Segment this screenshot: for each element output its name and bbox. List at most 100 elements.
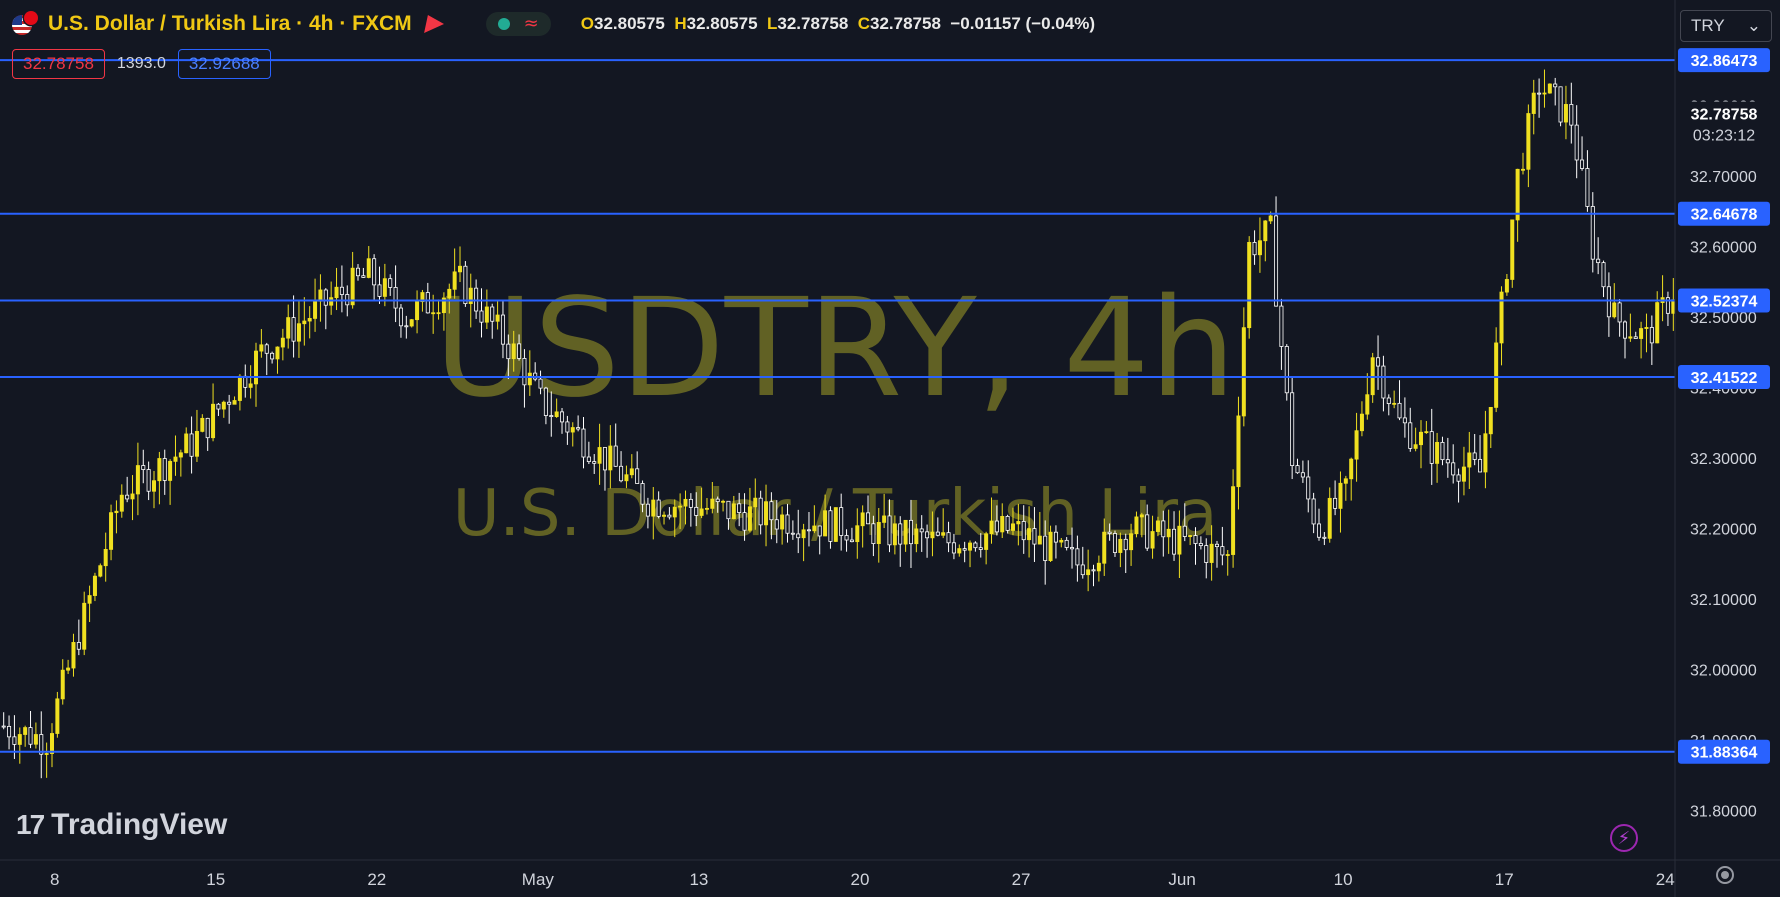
candle-body bbox=[211, 403, 216, 439]
tradingview-logo[interactable]: 17 TradingView bbox=[16, 808, 227, 842]
flag-icon[interactable] bbox=[423, 15, 446, 33]
candle-body bbox=[7, 726, 12, 738]
candle-body bbox=[957, 548, 962, 554]
candle-body bbox=[801, 529, 806, 539]
candle-body bbox=[1435, 441, 1440, 464]
candle-body bbox=[747, 506, 752, 531]
candle-body bbox=[1563, 104, 1568, 123]
candle-body bbox=[1365, 394, 1370, 415]
candle-body bbox=[844, 535, 849, 541]
candle-body bbox=[624, 474, 629, 482]
candle-body bbox=[200, 417, 205, 432]
candle-body bbox=[737, 503, 742, 513]
change-value: −0.01157 (−0.04%) bbox=[950, 14, 1095, 33]
candle-body bbox=[1655, 302, 1660, 344]
candle-body bbox=[1150, 531, 1155, 549]
candle-body bbox=[114, 510, 119, 514]
candle-body bbox=[989, 520, 994, 535]
candle-body bbox=[1542, 92, 1547, 95]
buy-price-button[interactable]: 32.92688 bbox=[177, 49, 271, 79]
sell-price-button[interactable]: 32.78758 bbox=[12, 49, 105, 79]
candle-body bbox=[146, 469, 151, 492]
market-status-pill[interactable]: ≈ bbox=[485, 12, 551, 36]
candle-body bbox=[876, 521, 881, 545]
candle-body bbox=[98, 565, 103, 577]
candle-body bbox=[1456, 474, 1461, 482]
candle-body bbox=[651, 499, 656, 517]
candle-body bbox=[270, 352, 275, 360]
countdown-text: 03:23:12 bbox=[1693, 127, 1755, 144]
settings-gear-icon[interactable] bbox=[1716, 866, 1734, 884]
candle-body bbox=[1198, 543, 1203, 547]
candle-body bbox=[1649, 327, 1654, 344]
candle-body bbox=[286, 317, 291, 339]
candle-body bbox=[968, 542, 973, 551]
candle-body bbox=[157, 458, 162, 482]
candle-body bbox=[1622, 321, 1627, 339]
candle-body bbox=[592, 461, 597, 464]
lightning-icon[interactable]: ⚡ bbox=[1610, 824, 1638, 852]
candle-body bbox=[264, 344, 269, 354]
candle-body bbox=[887, 515, 892, 546]
wave-icon: ≈ bbox=[523, 13, 539, 34]
candle-body bbox=[1574, 124, 1579, 161]
chevron-down-icon: ⌄ bbox=[1746, 16, 1761, 35]
candle-body bbox=[672, 506, 677, 518]
candle-body bbox=[1558, 86, 1563, 123]
candle-body bbox=[194, 430, 199, 457]
candle-body bbox=[1027, 528, 1032, 541]
candle-body bbox=[1070, 547, 1075, 550]
candle-body bbox=[189, 433, 194, 457]
candle-body bbox=[1107, 531, 1112, 534]
candle-body bbox=[173, 456, 178, 462]
time-tick-label: 8 bbox=[50, 870, 59, 889]
candle-body bbox=[178, 452, 183, 458]
symbol-title[interactable]: U.S. Dollar / Turkish Lira · 4h · FXCM bbox=[48, 12, 412, 36]
candle-body bbox=[785, 514, 790, 534]
candle-body bbox=[962, 548, 967, 551]
spread-value: 1393.0 bbox=[116, 55, 166, 72]
time-tick-label: May bbox=[522, 870, 555, 889]
price-tick-label: 32.20000 bbox=[1690, 522, 1757, 539]
candle-body bbox=[538, 378, 543, 389]
candle-body bbox=[366, 258, 371, 278]
candle-body bbox=[871, 523, 876, 545]
candle-body bbox=[892, 523, 897, 546]
candle-body bbox=[1263, 220, 1268, 242]
candle-body bbox=[656, 499, 661, 517]
price-tick-label: 32.60000 bbox=[1690, 240, 1757, 257]
candle-body bbox=[1134, 516, 1139, 535]
candle-body bbox=[1601, 262, 1606, 288]
level-price-text: 31.88364 bbox=[1691, 745, 1758, 762]
time-tick-label: 10 bbox=[1334, 870, 1353, 889]
candle-body bbox=[168, 460, 173, 481]
price-tick-label: 32.30000 bbox=[1690, 451, 1757, 468]
candle-body bbox=[704, 507, 709, 510]
candle-body bbox=[683, 498, 688, 507]
currency-select[interactable]: TRY ⌄ bbox=[1680, 10, 1772, 42]
candle-body bbox=[323, 289, 328, 306]
candle-body bbox=[232, 400, 237, 405]
candle-body bbox=[667, 514, 672, 518]
price-tick-label: 32.70000 bbox=[1690, 169, 1757, 186]
candle-body bbox=[1059, 539, 1064, 543]
candle-body bbox=[715, 498, 720, 503]
candle-body bbox=[914, 528, 919, 545]
candle-body bbox=[1139, 514, 1144, 518]
candle-body bbox=[1333, 497, 1338, 509]
candle-body bbox=[1520, 168, 1525, 171]
price-chart[interactable]: USDTRY, 4h U.S. Dollar / Turkish Lira 32… bbox=[0, 0, 1780, 897]
candle-body bbox=[1402, 417, 1407, 424]
candle-body bbox=[87, 595, 92, 604]
time-axis[interactable]: 8 15 22 May 13 20 27 Jun 10 17 24 bbox=[50, 870, 1675, 889]
price-tick-label: 32.00000 bbox=[1690, 663, 1757, 680]
candle-body bbox=[205, 417, 210, 439]
candle-body bbox=[60, 669, 65, 700]
candle-body bbox=[823, 510, 828, 537]
candle-body bbox=[1214, 543, 1219, 548]
candle-body bbox=[855, 525, 860, 543]
candle-body bbox=[254, 350, 259, 385]
candle-body bbox=[1596, 258, 1601, 264]
watermark-symbol: USDTRY, 4h bbox=[434, 270, 1236, 428]
candle-body bbox=[1451, 462, 1456, 476]
